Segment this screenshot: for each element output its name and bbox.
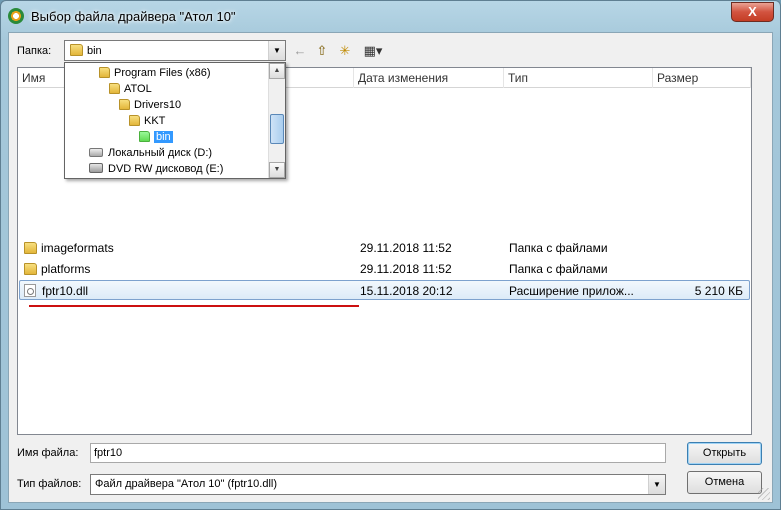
dvd-drive-icon — [89, 163, 103, 173]
folder-icon — [109, 83, 120, 94]
window-title: Выбор файла драйвера "Атол 10" — [31, 9, 236, 24]
file-row[interactable]: platforms 29.11.2018 11:52 Папка с файла… — [19, 259, 750, 279]
filetype-value: Файл драйвера "Атол 10" (fptr10.dll) — [95, 478, 278, 490]
dropdown-item[interactable]: Program Files (x86) — [99, 65, 211, 81]
filename-input[interactable]: fptr10 — [90, 443, 666, 463]
dropdown-item-selected[interactable]: bin — [139, 129, 173, 145]
app-icon — [8, 8, 24, 24]
dropdown-item-label: KKT — [144, 115, 166, 127]
folder-icon — [70, 44, 83, 56]
folder-dropdown[interactable]: Program Files (x86) ATOL Drivers10 KKT b… — [64, 62, 286, 179]
file-name: imageformats — [41, 241, 114, 255]
file-row-selected[interactable]: fptr10.dll 15.11.2018 20:12 Расширение п… — [19, 280, 750, 300]
resize-grip-icon[interactable] — [758, 488, 770, 500]
folder-current: bin — [87, 45, 102, 57]
file-type: Папка с файлами — [509, 262, 608, 276]
dropdown-item[interactable]: KKT — [129, 113, 165, 129]
file-date: 15.11.2018 20:12 — [360, 284, 453, 298]
highlight-underline — [29, 305, 359, 307]
column-date[interactable]: Дата изменения — [354, 68, 504, 88]
open-button[interactable]: Открыть — [687, 442, 762, 465]
dropdown-item-label: Drivers10 — [134, 99, 182, 111]
dropdown-item[interactable]: Drivers10 — [119, 97, 181, 113]
dropdown-item-label: Локальный диск (D:) — [108, 147, 213, 159]
file-row[interactable]: imageformats 29.11.2018 11:52 Папка с фа… — [19, 238, 750, 258]
folder-icon — [119, 99, 130, 110]
cancel-button[interactable]: Отмена — [687, 471, 762, 494]
dll-file-icon — [24, 284, 36, 297]
column-size[interactable]: Размер — [653, 68, 751, 88]
scroll-up-icon[interactable]: ▲ — [269, 63, 285, 79]
file-dialog-window: Выбор файла драйвера "Атол 10" X Папка: … — [0, 0, 781, 510]
dropdown-item-label: bin — [154, 131, 173, 143]
title-bar[interactable]: Выбор файла драйвера "Атол 10" X — [1, 1, 780, 33]
column-type[interactable]: Тип — [504, 68, 653, 88]
folder-icon — [139, 131, 150, 142]
dropdown-item-label: ATOL — [124, 83, 152, 95]
back-icon[interactable]: ← — [290, 42, 310, 60]
dialog-body: Папка: bin ▼ ← ⇧ ✳ ▦▾ Имя Дата изменения… — [8, 32, 773, 503]
view-menu-icon[interactable]: ▦▾ — [359, 42, 387, 60]
dropdown-item[interactable]: ATOL — [109, 81, 152, 97]
dropdown-item[interactable]: Локальный диск (D:) — [89, 145, 212, 161]
folder-icon — [24, 242, 37, 254]
new-folder-icon[interactable]: ✳ — [335, 42, 355, 60]
file-type: Папка с файлами — [509, 241, 608, 255]
folder-icon — [99, 67, 110, 78]
filetype-label: Тип файлов: — [17, 478, 82, 490]
folder-label: Папка: — [17, 45, 52, 57]
scroll-down-icon[interactable]: ▼ — [269, 162, 285, 178]
close-button[interactable]: X — [731, 2, 774, 22]
filename-label: Имя файла: — [17, 447, 79, 459]
file-name: fptr10.dll — [42, 284, 89, 298]
file-date: 29.11.2018 11:52 — [360, 262, 452, 276]
folder-combo[interactable]: bin ▼ — [64, 40, 286, 61]
dropdown-item[interactable]: DVD RW дисковод (E:) — [89, 161, 223, 177]
file-date: 29.11.2018 11:52 — [360, 241, 452, 255]
folder-icon — [129, 115, 140, 126]
filetype-select[interactable]: Файл драйвера "Атол 10" (fptr10.dll) ▼ — [90, 474, 666, 495]
file-size: 5 210 КБ — [694, 284, 743, 298]
chevron-down-icon[interactable]: ▼ — [268, 41, 285, 60]
dropdown-scrollbar[interactable]: ▲ ▼ — [268, 63, 285, 178]
chevron-down-icon[interactable]: ▼ — [648, 475, 665, 494]
dropdown-item-label: Program Files (x86) — [114, 67, 211, 79]
file-type: Расширение прилож... — [509, 284, 634, 298]
scroll-thumb[interactable] — [270, 114, 284, 144]
dropdown-item-label: DVD RW дисковод (E:) — [108, 163, 224, 175]
hard-drive-icon — [89, 148, 103, 157]
file-name: platforms — [41, 262, 91, 276]
folder-icon — [24, 263, 37, 275]
up-folder-icon[interactable]: ⇧ — [312, 42, 332, 60]
